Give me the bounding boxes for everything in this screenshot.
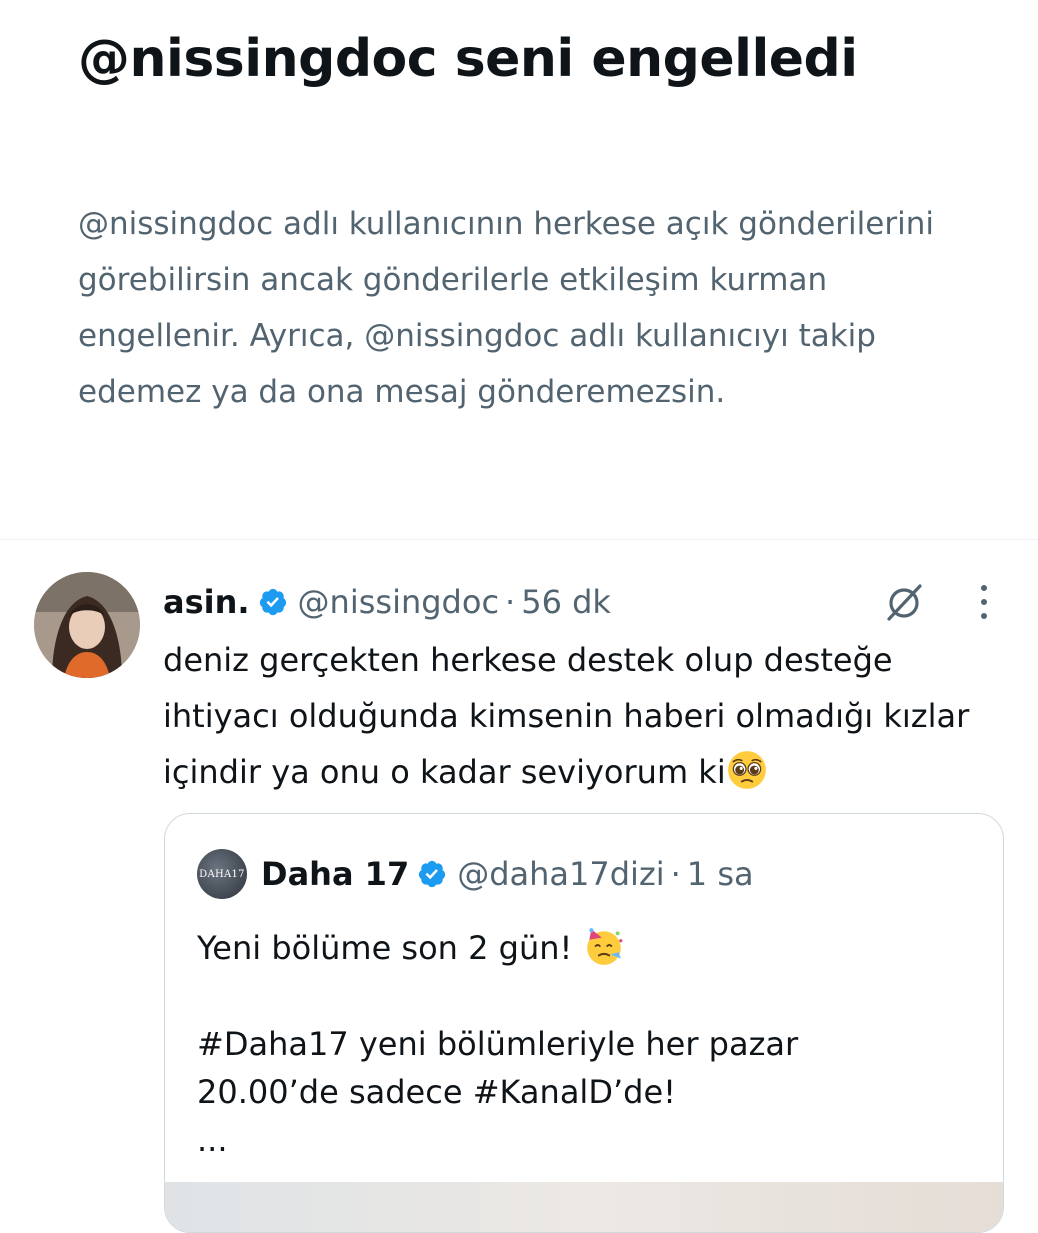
quoted-author-name[interactable]: Daha 17 (261, 855, 409, 893)
tweet-text-content: deniz gerçekten herkese destek olup dest… (163, 641, 970, 791)
pleading-face-emoji-icon (727, 751, 766, 789)
quoted-tweet-media[interactable] (165, 1182, 1003, 1232)
quoted-text-line-1: Yeni bölüme son 2 gün! (197, 929, 573, 967)
author-avatar[interactable] (34, 572, 140, 678)
section-divider (0, 539, 1038, 540)
quoted-text-line-4: ... (197, 1121, 228, 1159)
quoted-tweet-text: Yeni bölüme son 2 gün! #Daha17 yeni bölü… (197, 924, 977, 1164)
verified-badge-icon (419, 860, 446, 888)
quoted-author-handle[interactable]: @daha17dizi (457, 855, 664, 893)
quoted-author-avatar[interactable]: DAHA17 (197, 849, 247, 899)
tweet-text: deniz gerçekten herkese destek olup dest… (163, 632, 1003, 800)
quoted-text-line: Yeni bölüme son 2 gün! (197, 924, 977, 972)
tweet-timestamp[interactable]: 56 dk (521, 583, 611, 621)
quoted-header-separator: · (670, 855, 681, 893)
grok-icon[interactable] (880, 578, 928, 626)
quoted-text-line-3: 20.00’de sadece #KanalD’de! (197, 1073, 676, 1111)
quoted-tweet-header: DAHA17 Daha 17 @daha17dizi · 1 sa (197, 849, 754, 899)
quoted-tweet-timestamp[interactable]: 1 sa (687, 855, 754, 893)
quoted-text-line-2: #Daha17 yeni bölümleriyle her pazar (197, 1025, 799, 1063)
author-handle[interactable]: @nissingdoc (298, 583, 499, 621)
block-notice-description: @nissingdoc adlı kullanıcının herkese aç… (78, 206, 934, 410)
verified-badge-icon (259, 588, 286, 616)
partying-face-emoji-icon (586, 928, 622, 965)
header-separator: · (505, 583, 516, 621)
tweet-header: asin. @nissingdoc · 56 dk (163, 578, 611, 626)
block-notice-title: @nissingdoc seni engelledi (78, 29, 858, 89)
quoted-tweet-card[interactable]: DAHA17 Daha 17 @daha17dizi · 1 sa Yeni b… (164, 813, 1004, 1233)
more-options-icon[interactable] (972, 580, 996, 624)
author-name[interactable]: asin. (163, 583, 250, 621)
quoted-text-spacer (197, 972, 977, 1020)
